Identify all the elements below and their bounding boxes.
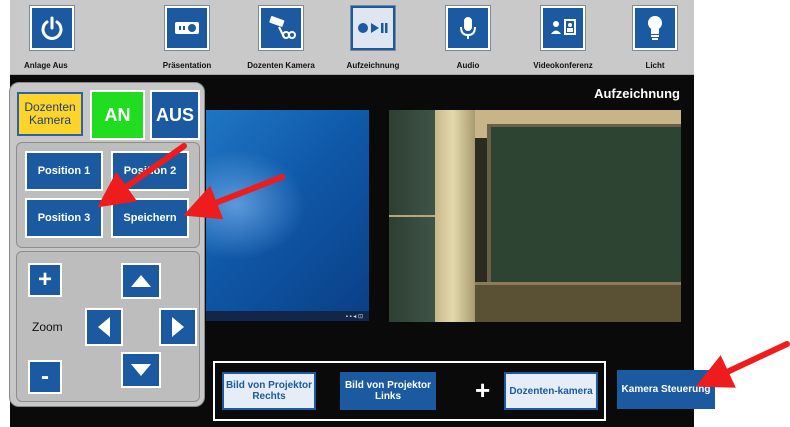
source-selection-bar: Bild von Projektor Rechts Bild von Proje… bbox=[213, 361, 606, 421]
audio-label: Audio bbox=[456, 61, 480, 70]
ptz-zoom-group: + Zoom - bbox=[16, 251, 200, 402]
arrow-down-icon bbox=[131, 364, 151, 376]
camera-off-button[interactable]: AUS bbox=[150, 90, 200, 140]
tilt-up-button[interactable] bbox=[121, 263, 161, 299]
camera-control-panel: Dozenten Kamera AN AUS Position 1 Positi… bbox=[9, 82, 205, 407]
position-group: Position 1 Position 2 Position 3 Speiche… bbox=[16, 142, 200, 248]
audio-button[interactable] bbox=[446, 6, 490, 50]
tilt-down-button[interactable] bbox=[121, 352, 161, 388]
aufzeichnung-label: Aufzeichnung bbox=[346, 61, 400, 70]
source-projector-links-button[interactable]: Bild von Projektor Links bbox=[340, 372, 436, 410]
combine-plus: + bbox=[475, 375, 491, 405]
licht-label: Licht bbox=[645, 61, 665, 70]
power-icon bbox=[41, 16, 63, 40]
position-3-button[interactable]: Position 3 bbox=[25, 198, 103, 238]
camera-icon bbox=[269, 16, 296, 39]
dozenten-kamera-tile: Dozenten Kamera bbox=[17, 92, 83, 136]
annotation-arrow bbox=[695, 341, 790, 388]
dozenten-kamera-label: Dozenten Kamera bbox=[247, 61, 315, 70]
pan-left-button[interactable] bbox=[85, 308, 123, 346]
position-2-button[interactable]: Position 2 bbox=[111, 151, 189, 191]
microphone-icon bbox=[460, 17, 476, 39]
source-projector-rechts-button[interactable]: Bild von Projektor Rechts bbox=[222, 372, 316, 410]
anlage-aus-button[interactable] bbox=[30, 6, 74, 50]
taskbar-tray-icon: ▪ ▪ ◂ ⊡ bbox=[345, 314, 363, 320]
zoom-out-button[interactable]: - bbox=[28, 360, 62, 394]
aufzeichnung-button[interactable] bbox=[351, 6, 395, 50]
camera-on-button[interactable]: AN bbox=[90, 90, 145, 140]
videokonferenz-label: Videokonferenz bbox=[533, 61, 593, 70]
projector-icon bbox=[175, 22, 199, 34]
lightbulb-icon bbox=[648, 16, 662, 40]
camera-preview bbox=[389, 110, 681, 322]
praesentation-label: Präsentation bbox=[162, 61, 212, 70]
arrow-up-icon bbox=[131, 275, 151, 287]
zoom-in-button[interactable]: + bbox=[28, 263, 62, 297]
source-dozentenkamera-button[interactable]: Dozenten-kamera bbox=[504, 372, 598, 410]
arrow-right-icon bbox=[172, 317, 184, 337]
kamera-steuerung-button[interactable]: Kamera Steuerung bbox=[617, 370, 715, 409]
page-title: Aufzeichnung bbox=[594, 86, 680, 101]
pan-right-button[interactable] bbox=[159, 308, 197, 346]
praesentation-button[interactable] bbox=[165, 6, 209, 50]
position-1-button[interactable]: Position 1 bbox=[25, 151, 103, 191]
arrow-left-icon bbox=[98, 317, 110, 337]
dozenten-kamera-button[interactable] bbox=[259, 6, 303, 50]
projector-preview: ▪ ▪ ◂ ⊡ bbox=[206, 110, 369, 321]
videokonferenz-button[interactable] bbox=[541, 6, 585, 50]
licht-button[interactable] bbox=[633, 6, 677, 50]
record-play-icon bbox=[358, 23, 388, 33]
videoconference-icon bbox=[551, 19, 576, 35]
top-navigation-bar: Anlage Aus Präsentation Dozenten Kamera … bbox=[10, 0, 694, 75]
save-button[interactable]: Speichern bbox=[111, 198, 189, 238]
zoom-label: Zoom bbox=[32, 320, 63, 334]
anlage-aus-label: Anlage Aus bbox=[24, 61, 68, 70]
